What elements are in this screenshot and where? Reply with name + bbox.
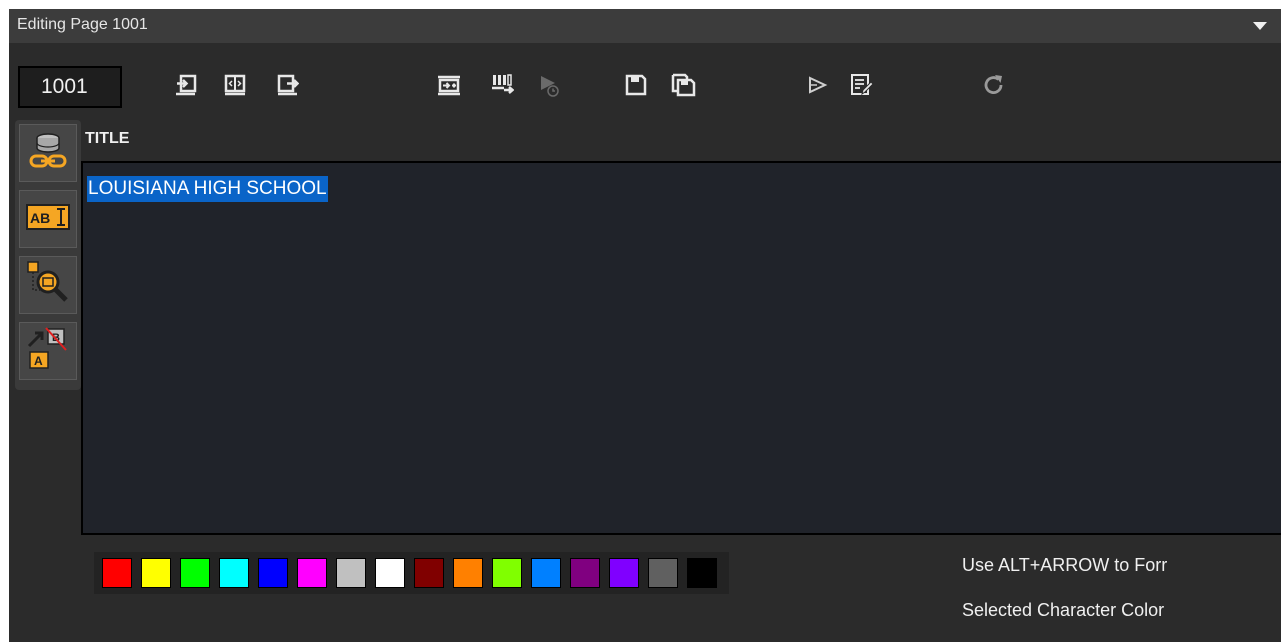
export-icon[interactable] <box>273 68 303 102</box>
window-title: Editing Page 1001 <box>17 16 148 33</box>
text-replace-icon: B A <box>26 326 70 377</box>
svg-text:AB: AB <box>30 210 50 226</box>
field-label: TITLE <box>85 130 130 147</box>
refresh-icon[interactable] <box>979 68 1009 102</box>
text-field-icon: AB <box>26 203 70 235</box>
database-link-icon <box>28 129 68 178</box>
color-swatch[interactable] <box>258 558 288 588</box>
split-icon[interactable] <box>220 68 250 102</box>
color-swatch[interactable] <box>297 558 327 588</box>
import-icon[interactable] <box>171 68 201 102</box>
color-swatch[interactable] <box>336 558 366 588</box>
page-list-icon[interactable] <box>487 68 517 102</box>
color-swatch[interactable] <box>102 558 132 588</box>
panel-menu-dropdown-icon[interactable] <box>1253 22 1267 30</box>
text-replace-button[interactable]: B A <box>19 322 77 380</box>
selected-color-label: Selected Character Color <box>962 600 1165 620</box>
color-swatch[interactable] <box>570 558 600 588</box>
color-swatch[interactable] <box>414 558 444 588</box>
color-swatch[interactable] <box>492 558 522 588</box>
keyboard-hint: Use ALT+ARROW to Forr <box>962 555 1168 575</box>
text-editor[interactable]: LOUISIANA HIGH SCHOOL <box>81 161 1281 535</box>
color-swatch[interactable] <box>648 558 678 588</box>
database-link-button[interactable] <box>19 124 77 182</box>
editor-panel: Editing Page 1001 1001 AB A TITLE LOUISI… <box>9 9 1281 642</box>
color-swatch[interactable] <box>609 558 639 588</box>
side-toolbar: AB B <box>15 120 81 390</box>
color-swatch[interactable] <box>687 558 717 588</box>
play-icon[interactable] <box>803 68 833 102</box>
svg-text:A: A <box>34 354 43 368</box>
scheduled-play-icon <box>534 68 564 102</box>
text-field-button[interactable]: AB <box>19 190 77 248</box>
save-all-icon[interactable] <box>669 68 699 102</box>
color-palette <box>94 552 729 594</box>
color-swatch[interactable] <box>531 558 561 588</box>
find-field-icon <box>26 260 70 311</box>
color-swatch[interactable] <box>453 558 483 588</box>
color-swatch[interactable] <box>375 558 405 588</box>
color-swatch[interactable] <box>219 558 249 588</box>
title-bar: Editing Page 1001 <box>9 9 1281 43</box>
save-icon[interactable] <box>621 68 651 102</box>
page-number-field[interactable]: 1001 <box>18 66 122 108</box>
color-swatch[interactable] <box>180 558 210 588</box>
edit-notes-icon[interactable] <box>847 68 877 102</box>
color-swatch[interactable] <box>141 558 171 588</box>
editor-selected-text[interactable]: LOUISIANA HIGH SCHOOL <box>87 176 328 202</box>
insert-page-icon[interactable] <box>434 68 464 102</box>
find-field-button[interactable] <box>19 256 77 314</box>
